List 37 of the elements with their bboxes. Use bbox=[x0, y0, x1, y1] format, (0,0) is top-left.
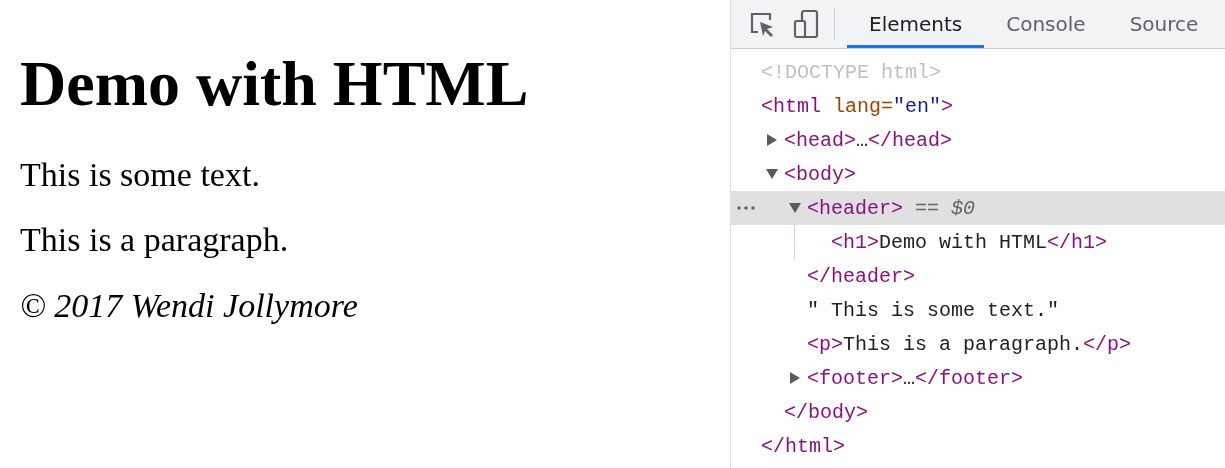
tree-row[interactable]: <head>…</head> bbox=[731, 123, 1225, 157]
collapse-arrow-icon[interactable] bbox=[789, 202, 801, 214]
tree-row[interactable]: " This is some text." bbox=[731, 293, 1225, 327]
expand-arrow-icon[interactable] bbox=[766, 134, 778, 146]
dom-node-line: " This is some text." bbox=[807, 298, 1060, 322]
collapse-arrow-icon[interactable] bbox=[766, 168, 778, 180]
body-text: This is some text. bbox=[20, 156, 261, 194]
tree-row[interactable]: <footer>…</footer> bbox=[731, 361, 1225, 395]
tree-row[interactable]: <html lang="en"> bbox=[731, 89, 1225, 123]
dom-node-line: <!DOCTYPE html> bbox=[761, 60, 942, 84]
dom-node-line: <header> == $0 bbox=[807, 196, 976, 220]
tree-row[interactable]: <body> bbox=[731, 157, 1225, 191]
paragraph: This is a paragraph. bbox=[20, 221, 290, 259]
dom-node-line: <footer>…</footer> bbox=[807, 366, 1024, 390]
dom-node-line: </header> bbox=[807, 264, 916, 288]
tab[interactable]: Elements bbox=[847, 0, 985, 48]
dom-node-line: <html lang="en"> bbox=[761, 94, 954, 118]
dom-node-line: </body> bbox=[784, 400, 868, 424]
tree-row[interactable]: <p>This is a paragraph.</p> bbox=[731, 327, 1225, 361]
footer-text: © 2017 Wendi Jollymore bbox=[20, 286, 359, 325]
tab[interactable]: Source bbox=[1107, 0, 1221, 48]
tree-row[interactable]: </header> bbox=[731, 259, 1225, 293]
tree-row[interactable]: </body> bbox=[731, 395, 1225, 429]
inspect-icon[interactable] bbox=[749, 11, 775, 37]
page-heading: Demo with HTML bbox=[20, 52, 530, 116]
tab[interactable]: Console bbox=[984, 0, 1108, 48]
device-icon[interactable] bbox=[793, 9, 819, 39]
dom-node-line: <p>This is a paragraph.</p> bbox=[807, 332, 1132, 356]
tree-row[interactable]: </html> bbox=[731, 429, 1225, 463]
tree-row[interactable]: <h1>Demo with HTML</h1> bbox=[795, 225, 1225, 259]
dom-node-line: </html> bbox=[761, 434, 845, 458]
dom-node-line: <h1>Demo with HTML</h1> bbox=[831, 230, 1108, 254]
expand-arrow-icon[interactable] bbox=[789, 372, 801, 384]
dom-node-line: <head>…</head> bbox=[784, 128, 953, 152]
more-icon[interactable] bbox=[737, 206, 755, 210]
tree-row[interactable]: <header> == $0 bbox=[731, 191, 1225, 225]
dom-node-line: <body> bbox=[784, 162, 856, 186]
